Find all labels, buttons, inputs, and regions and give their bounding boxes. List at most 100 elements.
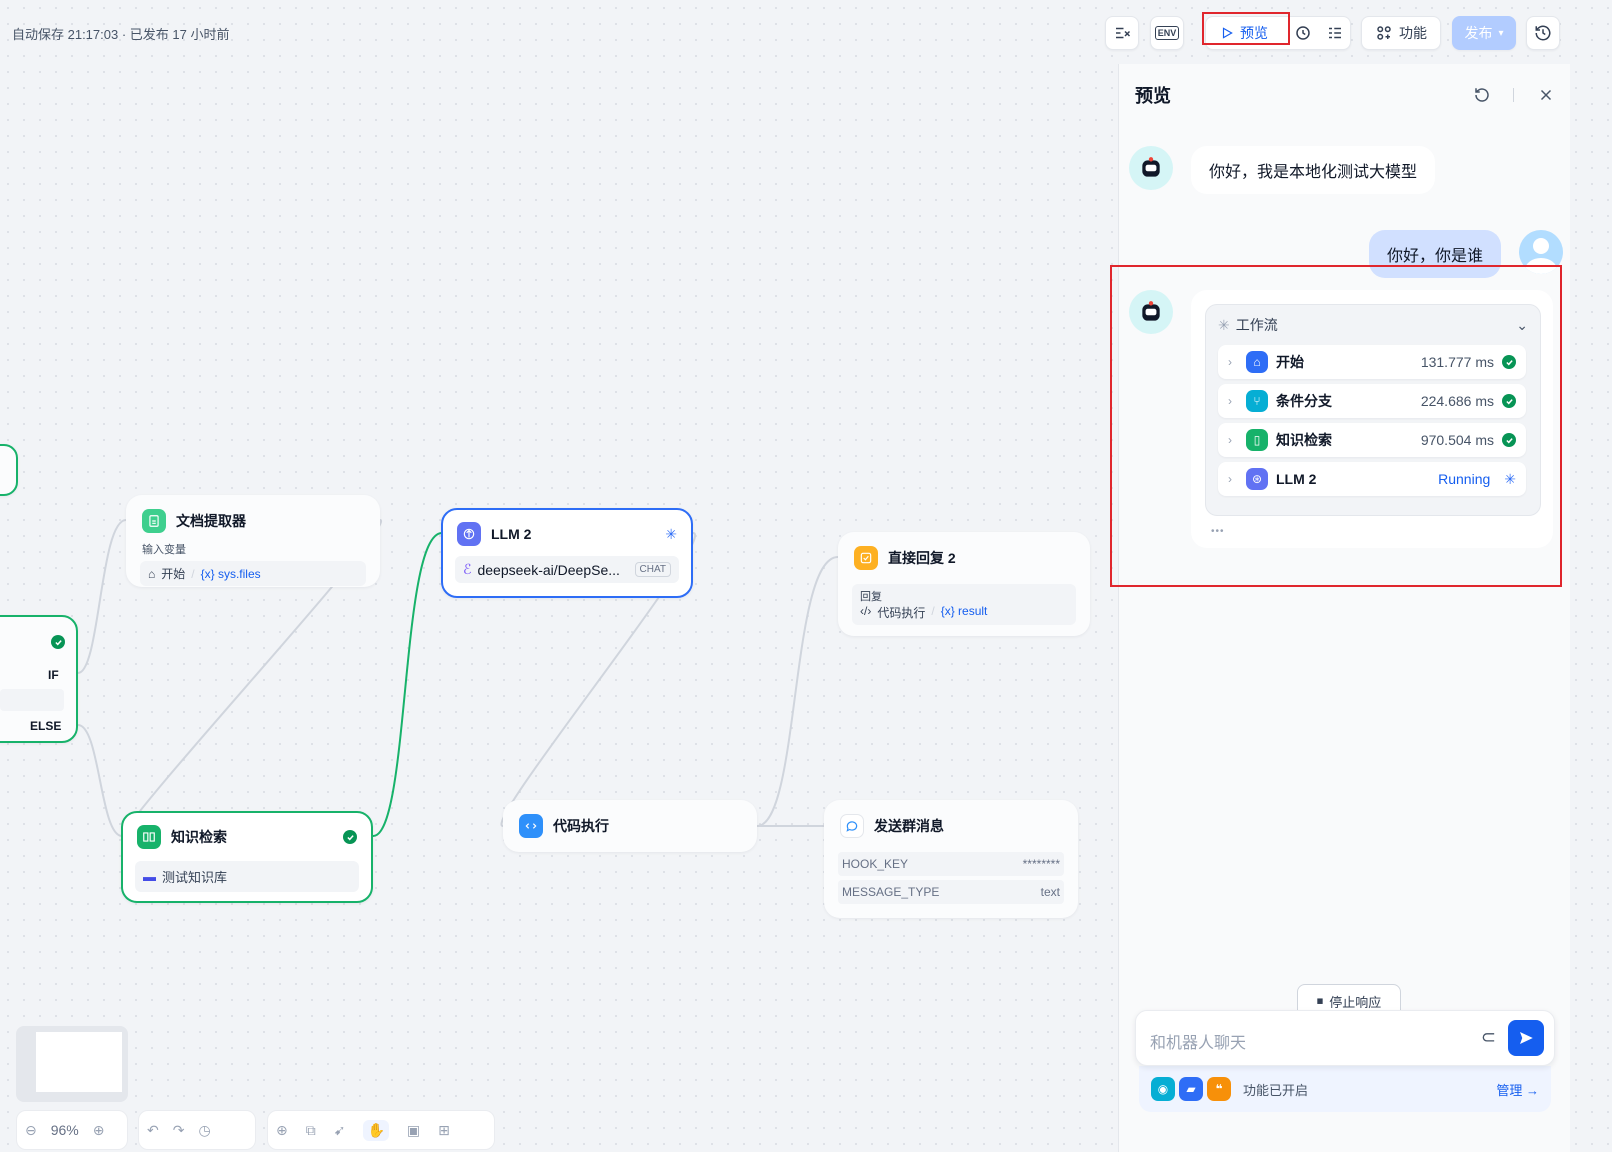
workflow-step[interactable]: › ▯ 知识检索 970.504 ms <box>1218 423 1526 457</box>
features-enabled-text: 功能已开启 <box>1243 1082 1309 1098</box>
success-check-icon <box>1502 394 1516 408</box>
chevron-right-icon: › <box>1228 394 1232 408</box>
loading-spinner-icon: ✳ <box>1504 470 1516 487</box>
add-note-icon[interactable]: ⧉ <box>306 1122 316 1139</box>
chat-bubble-icon <box>840 814 864 838</box>
reply-var-name: {x} result <box>940 604 988 618</box>
chevron-right-icon: › <box>1228 355 1232 369</box>
features-label: 功能 <box>1399 25 1427 41</box>
model-row: ℰ deepseek-ai/DeepSe... CHAT <box>455 556 679 583</box>
home-icon: ⌂ <box>148 566 156 581</box>
workflow-label: 工作流 <box>1235 317 1278 333</box>
preview-title: 预览 <box>1135 86 1171 106</box>
add-node-icon[interactable]: ⊕ <box>276 1122 288 1139</box>
stop-label: 停止响应 <box>1329 994 1382 1010</box>
reply-icon <box>854 546 878 570</box>
param-row: HOOK_KEY ******** <box>838 852 1064 876</box>
workflow-header[interactable]: ✳ 工作流 ⌄ <box>1206 305 1540 345</box>
param-key: MESSAGE_TYPE <box>842 885 940 899</box>
var-separator: / <box>191 566 195 581</box>
code-title: 代码执行 <box>553 818 609 834</box>
direct-reply-node[interactable]: 直接回复 2 回复 ‹/› 代码执行 / {x} result <box>838 532 1090 636</box>
reply-var-row: ‹/› 代码执行 / {x} result <box>860 604 1068 621</box>
doc-extractor-node[interactable]: 文档提取器 输入变量 ⌂ 开始 / {x} sys.files <box>126 495 380 587</box>
history-icon <box>1535 25 1551 41</box>
minimap[interactable] <box>16 1026 128 1102</box>
preview-panel: 预览 你好，我是本地化测试大模型 你好，你是谁 ✳ 工作流 ⌄ › ⌂ 开始 1… <box>1118 64 1570 1152</box>
restart-icon[interactable] <box>1473 86 1491 104</box>
canvas-tools: ⊕ ⧉ ➹ ✋ ▣ ⊞ <box>267 1110 495 1150</box>
chat-input[interactable]: 和机器人聊天 ⊂ <box>1135 1010 1555 1066</box>
organize-icon[interactable]: ⊞ <box>438 1122 450 1139</box>
preview-label: 预览 <box>1240 25 1268 41</box>
minimap-viewport <box>36 1032 122 1092</box>
bot-avatar <box>1129 290 1173 334</box>
version-history-button[interactable] <box>1526 16 1560 50</box>
doc-extractor-icon <box>142 509 166 533</box>
checklist-icon[interactable] <box>1326 24 1344 42</box>
step-name: 开始 <box>1276 354 1304 370</box>
close-icon[interactable] <box>1537 86 1555 104</box>
features-button[interactable]: 功能 <box>1361 16 1441 50</box>
workflow-process[interactable]: ✳ 工作流 ⌄ › ⌂ 开始 131.777 ms › ⑂ 条件分支 224.6… <box>1205 304 1541 516</box>
knowledge-title: 知识检索 <box>171 829 227 845</box>
workflow-step[interactable]: › ⌂ 开始 131.777 ms <box>1218 345 1526 379</box>
llm2-title: LLM 2 <box>491 526 532 542</box>
zoom-out-icon[interactable]: ⊖ <box>25 1122 37 1139</box>
input-var-label: 输入变量 <box>142 544 186 556</box>
run-history-icon[interactable] <box>1294 24 1312 42</box>
user-avatar-body <box>1525 258 1557 274</box>
home-icon: ⌂ <box>1246 351 1268 373</box>
step-time: 970.504 ms <box>1420 432 1494 448</box>
citation-icon: ❝ <box>1207 1077 1231 1101</box>
llm-icon <box>457 522 481 546</box>
undo-icon[interactable]: ↶ <box>147 1122 159 1139</box>
code-icon: ‹/› <box>860 604 872 618</box>
file-upload-icon: ▰ <box>1179 1077 1203 1101</box>
model-name: deepseek-ai/DeepSe... <box>477 561 620 578</box>
param-row: MESSAGE_TYPE text <box>838 880 1064 904</box>
llm2-node[interactable]: LLM 2 ✳ ℰ deepseek-ai/DeepSe... CHAT <box>441 508 693 598</box>
redo-icon[interactable]: ↷ <box>173 1122 185 1139</box>
zoom-in-icon[interactable]: ⊕ <box>93 1122 105 1139</box>
history-controls: ↶ ↷ ◷ <box>138 1110 256 1150</box>
success-check-icon <box>1502 355 1516 369</box>
bot-greeting: 你好，我是本地化测试大模型 <box>1191 146 1436 194</box>
code-node[interactable]: 代码执行 <box>503 800 757 852</box>
features-bar: ◉ ▰ ❝ 功能已开启 管理 → <box>1139 1066 1551 1112</box>
if-label: IF <box>48 668 59 682</box>
export-image-icon[interactable]: ▣ <box>407 1122 420 1139</box>
env-button[interactable]: ENV <box>1150 16 1184 50</box>
step-status: Running <box>1438 471 1491 487</box>
pointer-icon[interactable]: ➹ <box>334 1122 346 1139</box>
model-provider-icon: ℰ <box>463 561 472 577</box>
env-label: ENV <box>1154 26 1180 40</box>
if-else-node[interactable]: IF ELSE <box>0 615 78 743</box>
zoom-level[interactable]: 96% <box>51 1122 79 1138</box>
user-avatar-head <box>1533 238 1549 254</box>
chevron-down-icon: ▾ <box>1498 27 1504 39</box>
group-message-node[interactable]: 发送群消息 HOOK_KEY ******** MESSAGE_TYPE tex… <box>824 800 1078 918</box>
divider <box>1513 88 1514 102</box>
send-button[interactable] <box>1508 1020 1544 1056</box>
preview-button[interactable]: 预览 <box>1205 16 1351 50</box>
dataset-row: ▬ 测试知识库 <box>135 861 359 892</box>
workflow-step[interactable]: › ⊛ LLM 2 Running ✳ <box>1218 462 1526 496</box>
chevron-right-icon: › <box>1228 472 1232 486</box>
param-list: HOOK_KEY ******** MESSAGE_TYPE text <box>838 852 1064 904</box>
success-check-icon <box>1502 433 1516 447</box>
code-icon <box>519 814 543 838</box>
else-label: ELSE <box>30 719 62 733</box>
history-icon[interactable]: ◷ <box>198 1122 210 1139</box>
success-check-icon <box>343 830 357 844</box>
hand-icon[interactable]: ✋ <box>363 1119 389 1141</box>
start-node-partial[interactable] <box>0 444 18 496</box>
workflow-step[interactable]: › ⑂ 条件分支 224.686 ms <box>1218 384 1526 418</box>
manage-link[interactable]: 管理 → <box>1496 1080 1539 1099</box>
knowledge-retrieval-node[interactable]: 知识检索 ▬ 测试知识库 <box>121 811 373 903</box>
model-mode-badge: CHAT <box>634 562 671 577</box>
knowledge-icon: ▯ <box>1246 429 1268 451</box>
publish-label: 发布 <box>1464 25 1493 41</box>
publish-button[interactable]: 发布 ▾ <box>1452 16 1516 50</box>
attachment-icon[interactable]: ⊂ <box>1481 1027 1496 1048</box>
